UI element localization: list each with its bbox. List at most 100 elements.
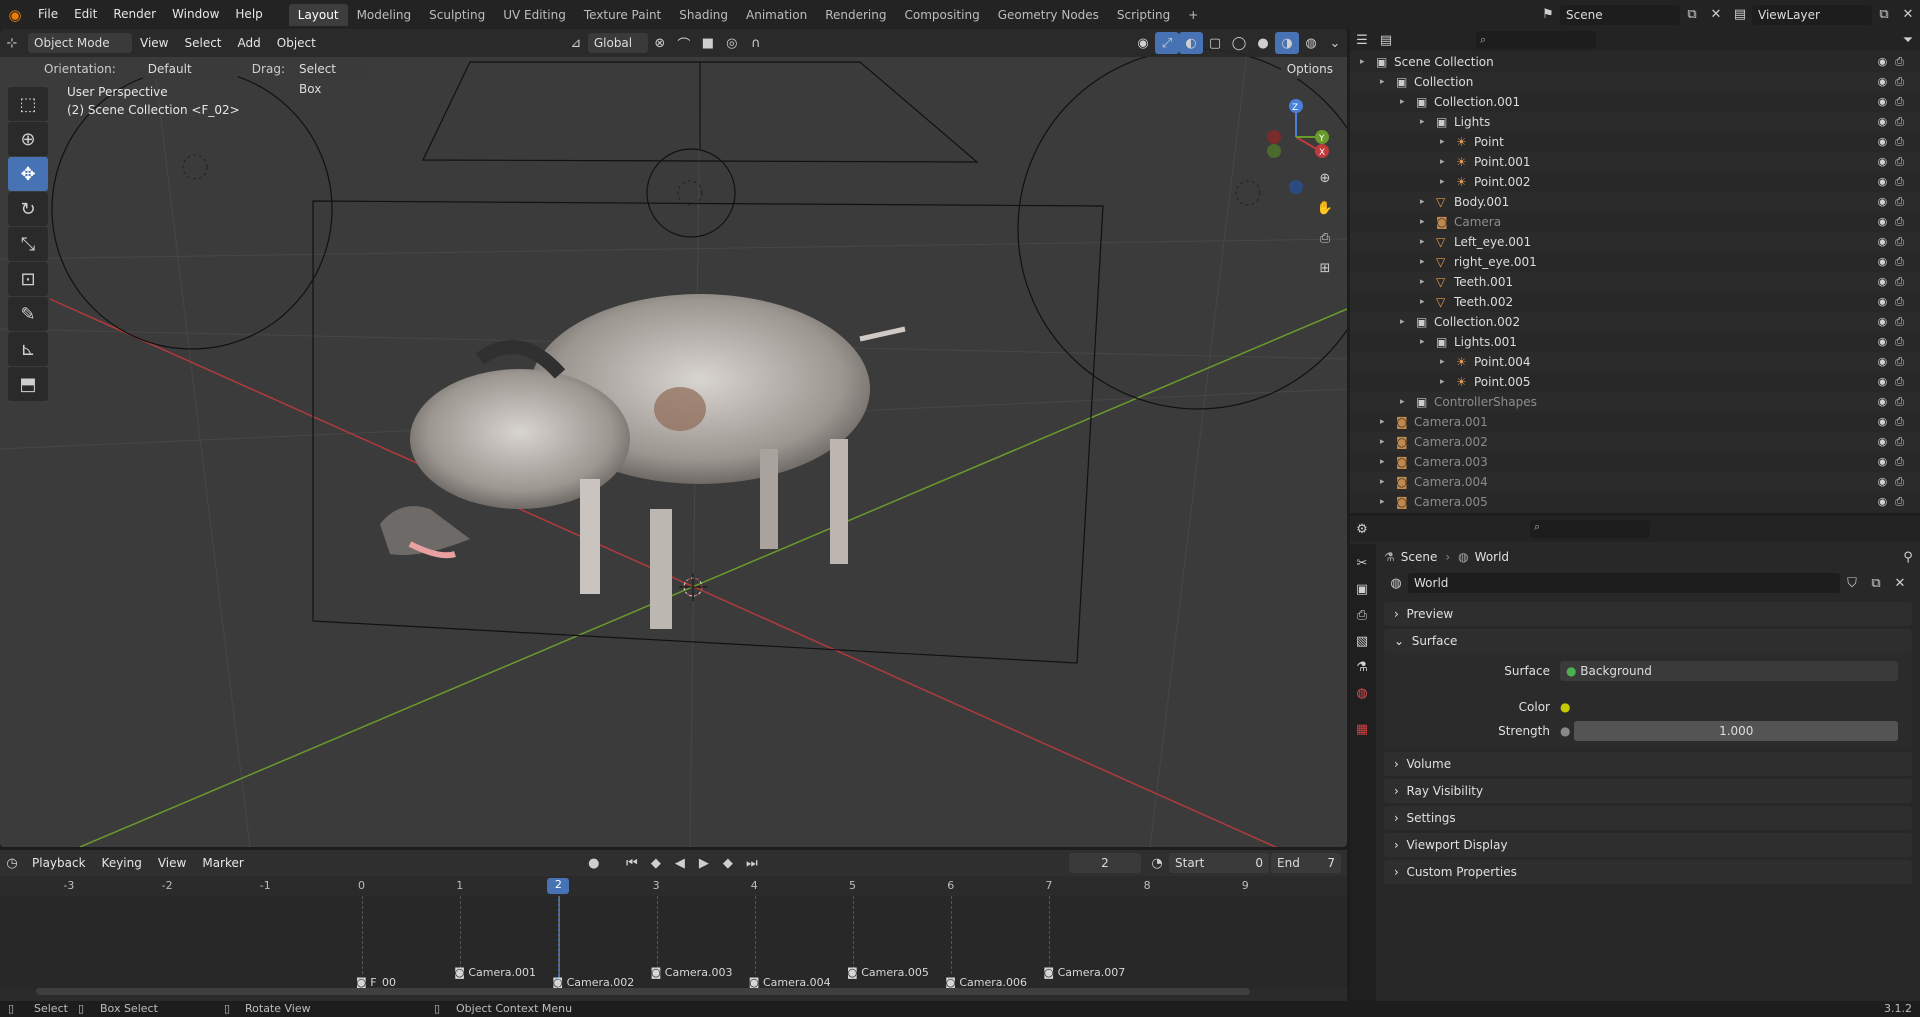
- play-icon[interactable]: ▶: [692, 852, 716, 874]
- visibility-toggles-icon[interactable]: ◉⎙: [1878, 352, 1912, 372]
- pin-icon[interactable]: ⚲: [1896, 546, 1920, 568]
- world-tab-icon[interactable]: ◍: [1350, 682, 1374, 704]
- view-layer-tab-icon[interactable]: ▧: [1350, 630, 1374, 652]
- outliner-row[interactable]: ▸ ▽ Left_eye.001 ◉⎙: [1350, 232, 1920, 252]
- visibility-toggles-icon[interactable]: ◉⎙: [1878, 172, 1912, 192]
- properties-type-icon[interactable]: ⚙: [1350, 518, 1374, 540]
- timeline-area[interactable]: ◙ F_00 ◙ Camera.001 ◙ Camera.002 ◙ Camera.0…: [0, 896, 1347, 989]
- shading-options-icon[interactable]: ⌄: [1323, 32, 1347, 54]
- zoom-icon[interactable]: ⊕: [1313, 167, 1337, 189]
- expand-arrow-icon[interactable]: ▸: [1420, 272, 1425, 292]
- rendered-shading-icon[interactable]: ◍: [1299, 32, 1323, 54]
- visibility-toggles-icon[interactable]: ◉⎙: [1878, 412, 1912, 432]
- outliner-row[interactable]: ▸ ▣ Lights ◉⎙: [1350, 112, 1920, 132]
- orientation-selector[interactable]: Default: [141, 59, 238, 79]
- outliner-row[interactable]: ▸ ▣ ControllerShapes ◉⎙: [1350, 392, 1920, 412]
- tab-layout[interactable]: Layout: [288, 3, 348, 26]
- expand-arrow-icon[interactable]: ▸: [1420, 252, 1425, 272]
- move-tool-icon[interactable]: ✥: [8, 157, 48, 191]
- panel-ray-visibility[interactable]: › Ray Visibility: [1384, 779, 1912, 803]
- expand-arrow-icon[interactable]: ▸: [1420, 192, 1425, 212]
- visibility-toggles-icon[interactable]: ◉⎙: [1878, 112, 1912, 132]
- xray-icon[interactable]: ▢: [1203, 32, 1227, 54]
- expand-arrow-icon[interactable]: ▸: [1380, 472, 1385, 492]
- pivot-point-icon[interactable]: ⊗: [648, 32, 672, 54]
- expand-arrow-icon[interactable]: ▸: [1440, 172, 1445, 192]
- strength-field[interactable]: 1.000: [1574, 721, 1898, 741]
- visibility-icon[interactable]: ◉: [1131, 32, 1155, 54]
- outliner-row[interactable]: ▸ ☀ Point.005 ◉⎙: [1350, 372, 1920, 392]
- visibility-toggles-icon[interactable]: ◉⎙: [1878, 452, 1912, 472]
- play-reverse-icon[interactable]: ◀: [668, 852, 692, 874]
- panel-preview[interactable]: › Preview: [1384, 602, 1912, 626]
- scene-selector[interactable]: Scene: [1560, 4, 1680, 25]
- tab-modeling[interactable]: Modeling: [348, 4, 421, 26]
- camera-view-icon[interactable]: ⎙: [1313, 227, 1337, 249]
- breadcrumb-world[interactable]: World: [1475, 550, 1509, 564]
- menu-render[interactable]: Render: [105, 0, 164, 29]
- jump-end-icon[interactable]: ⏭: [740, 852, 764, 874]
- texture-tab-icon[interactable]: ▦: [1350, 718, 1374, 740]
- visibility-toggles-icon[interactable]: ◉⎙: [1878, 432, 1912, 452]
- panel-settings[interactable]: › Settings: [1384, 806, 1912, 830]
- outliner-search-input[interactable]: ⌕: [1476, 31, 1596, 49]
- timeline-marker[interactable]: ◙ Camera.007: [1043, 966, 1125, 979]
- tab-uv-editing[interactable]: UV Editing: [494, 4, 575, 26]
- select-box-tool-icon[interactable]: ⬚: [8, 87, 48, 121]
- outliner-row[interactable]: ▸ ▣ Collection ◉⎙: [1350, 72, 1920, 92]
- 3d-viewport[interactable]: ⊹ Object Mode View Select Add Object ⊿ G…: [0, 29, 1347, 847]
- expand-arrow-icon[interactable]: ▸: [1400, 392, 1405, 412]
- visibility-toggles-icon[interactable]: ◉⎙: [1878, 272, 1912, 292]
- outliner-row[interactable]: ▸ ☀ Point.002 ◉⎙: [1350, 172, 1920, 192]
- add-cube-tool-icon[interactable]: ⬒: [8, 367, 48, 401]
- annotate-tool-icon[interactable]: ✎: [8, 297, 48, 331]
- color-swatch[interactable]: [1574, 697, 1898, 717]
- panel-volume[interactable]: › Volume: [1384, 752, 1912, 776]
- timeline-menu-marker[interactable]: Marker: [194, 853, 251, 873]
- visibility-toggles-icon[interactable]: ◉⎙: [1878, 292, 1912, 312]
- expand-arrow-icon[interactable]: ▸: [1400, 92, 1405, 112]
- outliner-row[interactable]: ▸ ◙ Camera.005 ◉⎙: [1350, 492, 1920, 512]
- preview-range-icon[interactable]: ◔: [1145, 852, 1169, 874]
- scene-tab-icon[interactable]: ⚗: [1350, 656, 1374, 678]
- strength-socket-icon[interactable]: ●: [1560, 724, 1570, 738]
- world-name-field[interactable]: World: [1408, 573, 1840, 593]
- outliner-row[interactable]: ▸ ☀ Point.001 ◉⎙: [1350, 152, 1920, 172]
- outliner-row[interactable]: ▸ ▽ right_eye.001 ◉⎙: [1350, 252, 1920, 272]
- end-frame-field[interactable]: End 7: [1271, 853, 1341, 873]
- visibility-toggles-icon[interactable]: ◉⎙: [1878, 232, 1912, 252]
- expand-arrow-icon[interactable]: ▸: [1440, 132, 1445, 152]
- world-browse-icon[interactable]: ◍: [1384, 572, 1408, 594]
- viewport-menu-select[interactable]: Select: [176, 29, 229, 58]
- viewport-menu-add[interactable]: Add: [230, 29, 269, 58]
- cursor-tool-icon[interactable]: ⊕: [8, 122, 48, 156]
- record-icon[interactable]: ●: [582, 852, 606, 874]
- menu-window[interactable]: Window: [164, 0, 227, 29]
- jump-start-icon[interactable]: ⏮: [620, 852, 644, 874]
- timeline-menu-keying[interactable]: Keying: [94, 853, 150, 873]
- blender-logo-icon[interactable]: ◉: [0, 0, 30, 29]
- tab-shading[interactable]: Shading: [670, 4, 737, 26]
- viewport-menu-object[interactable]: Object: [269, 29, 324, 58]
- expand-arrow-icon[interactable]: ▸: [1380, 492, 1385, 512]
- visibility-toggles-icon[interactable]: ◉⎙: [1878, 52, 1912, 72]
- visibility-toggles-icon[interactable]: ◉⎙: [1878, 92, 1912, 112]
- filter-icon[interactable]: ⏷: [1896, 29, 1920, 51]
- unlink-world-icon[interactable]: ✕: [1888, 572, 1912, 594]
- falloff-icon[interactable]: ∩: [744, 32, 768, 54]
- expand-arrow-icon[interactable]: ▸: [1440, 152, 1445, 172]
- panel-custom-properties[interactable]: › Custom Properties: [1384, 860, 1912, 884]
- expand-arrow-icon[interactable]: ▸: [1380, 432, 1385, 452]
- expand-arrow-icon[interactable]: ▸: [1420, 332, 1425, 352]
- surface-shader-field[interactable]: ● Background: [1560, 661, 1898, 681]
- menu-file[interactable]: File: [30, 0, 66, 29]
- timeline-menu-view[interactable]: View: [150, 853, 194, 873]
- properties-search-input[interactable]: ⌕: [1530, 520, 1650, 538]
- expand-arrow-icon[interactable]: ▸: [1440, 372, 1445, 392]
- outliner-row[interactable]: ▸ ▣ Scene Collection ◉⎙: [1350, 52, 1920, 72]
- breadcrumb-scene[interactable]: Scene: [1401, 550, 1438, 564]
- tab-geometry-nodes[interactable]: Geometry Nodes: [989, 4, 1108, 26]
- add-workspace-button[interactable]: +: [1179, 4, 1207, 26]
- expand-arrow-icon[interactable]: ▸: [1440, 352, 1445, 372]
- options-button[interactable]: Options: [1280, 59, 1339, 79]
